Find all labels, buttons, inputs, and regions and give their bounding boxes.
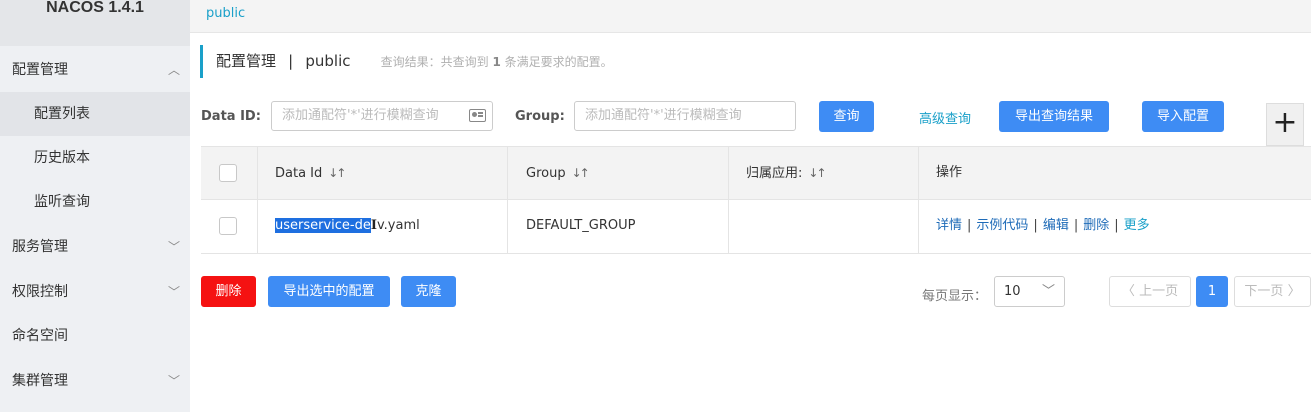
chevron-up-icon: ︿ (167, 63, 180, 77)
sidebar-item-label: 历史版本 (34, 150, 90, 166)
page-size-label: 每页显示： (922, 289, 988, 304)
id-card-icon (469, 109, 486, 122)
sidebar-item-label: 配置管理 (12, 62, 68, 78)
chevron-down-icon: ﹀ (167, 374, 180, 388)
group-placeholder: 添加通配符'*'进行模糊查询 (585, 108, 742, 123)
data-id-label: Data ID: (201, 109, 261, 124)
result-prefix: 查询结果：共查询到 (380, 55, 489, 69)
more-link[interactable]: 更多 (1124, 218, 1150, 233)
table-row: userservice-deIv.yaml DEFAULT_GROUP 详情 | 示… (201, 200, 1311, 254)
sidebar-item-listener-query[interactable]: 监听查询 (0, 180, 190, 224)
chevron-down-icon: ﹀ (167, 285, 180, 299)
chevron-down-icon: ﹀ (167, 240, 180, 254)
sidebar: NACOS 1.4.1 配置管理 ︿ 配置列表 历史版本 监听查询 服务管理 ﹀… (0, 0, 190, 412)
group-label: Group: (515, 109, 565, 124)
page-size-select[interactable]: 10 ﹀ (994, 276, 1065, 307)
sidebar-item-config-management[interactable]: 配置管理 ︿ (0, 48, 190, 92)
page-title: 配置管理 (216, 52, 277, 70)
column-header-data-id[interactable]: Data Id ↓↑ (275, 147, 346, 199)
column-header-app[interactable]: 归属应用: ↓↑ (746, 147, 827, 199)
title-separator: | (288, 52, 294, 70)
sidebar-item-namespace[interactable]: 命名空间 (0, 314, 190, 358)
detail-link[interactable]: 详情 (936, 218, 962, 233)
export-selected-button[interactable]: 导出选中的配置 (268, 276, 390, 307)
page-heading: 配置管理 | public 查询结果：共查询到 1 条满足要求的配置。 (200, 45, 613, 78)
data-id-rest: v.yaml (376, 218, 420, 233)
sidebar-item-label: 权限控制 (12, 284, 68, 300)
main-content: public 配置管理 | public 查询结果：共查询到 1 条满足要求的配… (190, 0, 1311, 412)
namespace-name: public (305, 52, 351, 70)
bulk-delete-button[interactable]: 删除 (201, 276, 256, 307)
sort-icon: ↓↑ (328, 166, 346, 180)
sidebar-item-label: 配置列表 (34, 106, 90, 122)
export-results-button[interactable]: 导出查询结果 (999, 101, 1109, 132)
plus-icon: + (1272, 105, 1298, 140)
column-header-ops: 操作 (936, 165, 963, 180)
sort-icon: ↓↑ (808, 166, 826, 180)
header-label: Group (526, 166, 566, 181)
sidebar-item-label: 服务管理 (12, 239, 68, 255)
cell-ops: 详情 | 示例代码 | 编辑 | 删除 | 更多 (936, 218, 1150, 233)
sample-code-link[interactable]: 示例代码 (976, 218, 1028, 233)
add-config-button[interactable]: + (1266, 103, 1304, 146)
sort-icon: ↓↑ (571, 166, 590, 180)
selected-text: userservice-de (275, 218, 371, 233)
group-input[interactable]: 添加通配符'*'进行模糊查询 (574, 101, 796, 131)
cell-data-id[interactable]: userservice-deIv.yaml (275, 200, 420, 253)
result-summary: 查询结果：共查询到 1 条满足要求的配置。 (381, 55, 613, 69)
data-id-input[interactable]: 添加通配符'*'进行模糊查询 (271, 101, 493, 131)
current-page-button[interactable]: 1 (1196, 276, 1228, 307)
sidebar-item-cluster-management[interactable]: 集群管理 ﹀ (0, 359, 190, 403)
clone-button[interactable]: 克隆 (401, 276, 456, 307)
sidebar-item-history[interactable]: 历史版本 (0, 136, 190, 180)
prev-label: 上一页 (1139, 284, 1179, 299)
chevron-left-icon: 〈 (1121, 284, 1140, 299)
select-all-checkbox[interactable] (219, 164, 237, 182)
sidebar-item-label: 命名空间 (12, 328, 68, 344)
sidebar-item-label: 集群管理 (12, 373, 68, 389)
next-label: 下一页 (1244, 284, 1284, 299)
row-checkbox[interactable] (219, 217, 237, 235)
header-label: Data Id (275, 166, 323, 181)
sidebar-item-service-management[interactable]: 服务管理 ﹀ (0, 225, 190, 269)
next-page-button[interactable]: 下一页 〉 (1234, 276, 1311, 307)
header-label: 归属应用: (746, 166, 803, 181)
delete-link[interactable]: 删除 (1083, 218, 1109, 233)
table-header: Data Id ↓↑ Group ↓↑ 归属应用: ↓↑ 操作 (201, 146, 1311, 200)
chevron-right-icon: 〉 (1283, 284, 1301, 299)
sidebar-item-label: 监听查询 (34, 194, 90, 210)
app-logo: NACOS 1.4.1 (0, 0, 190, 46)
column-header-group[interactable]: Group ↓↑ (526, 147, 590, 199)
result-suffix: 条满足要求的配置。 (504, 55, 613, 69)
page-size-value: 10 (1004, 284, 1021, 299)
data-id-placeholder: 添加通配符'*'进行模糊查询 (282, 108, 439, 123)
cell-group: DEFAULT_GROUP (526, 218, 636, 233)
prev-page-button[interactable]: 〈 上一页 (1109, 276, 1191, 307)
sidebar-item-config-list[interactable]: 配置列表 (0, 92, 190, 136)
search-button[interactable]: 查询 (819, 101, 874, 132)
sidebar-item-access-control[interactable]: 权限控制 ﹀ (0, 270, 190, 314)
namespace-tabbar: public (190, 0, 1311, 33)
chevron-down-icon: ﹀ (1041, 284, 1055, 299)
result-count: 1 (492, 55, 501, 69)
advanced-search-link[interactable]: 高级查询 (919, 108, 971, 127)
namespace-tab-public[interactable]: public (206, 6, 245, 21)
import-config-button[interactable]: 导入配置 (1142, 101, 1224, 132)
edit-link[interactable]: 编辑 (1043, 218, 1069, 233)
